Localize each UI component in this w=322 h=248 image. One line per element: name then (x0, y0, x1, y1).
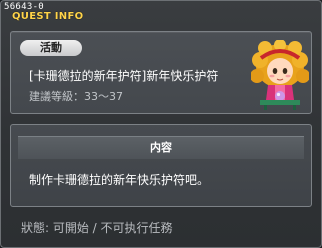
quest-content-panel: 内容 制作卡珊德拉的新年快乐护符吧。 (10, 124, 312, 207)
quest-summary-panel: 活動 [卡珊德拉的新年护符]新年快乐护符 建議等級：33～37 (10, 31, 312, 114)
window-title: QUEST INFO (12, 11, 84, 22)
quest-category-badge: 活動 (20, 40, 82, 56)
content-section-header: 内容 (18, 136, 304, 159)
npc-portrait-icon (251, 40, 309, 110)
quest-info-window: 56643-0 QUEST INFO 活動 [卡珊德拉的新年护符]新年快乐护符 … (0, 0, 322, 248)
recommended-level: 建議等級：33～37 (29, 90, 123, 103)
quest-status: 狀態: 可開始 / 不可执行任務 (21, 221, 173, 235)
quest-name: [卡珊德拉的新年护符]新年快乐护符 (29, 69, 219, 83)
quest-description: 制作卡珊德拉的新年快乐护符吧。 (29, 173, 210, 187)
